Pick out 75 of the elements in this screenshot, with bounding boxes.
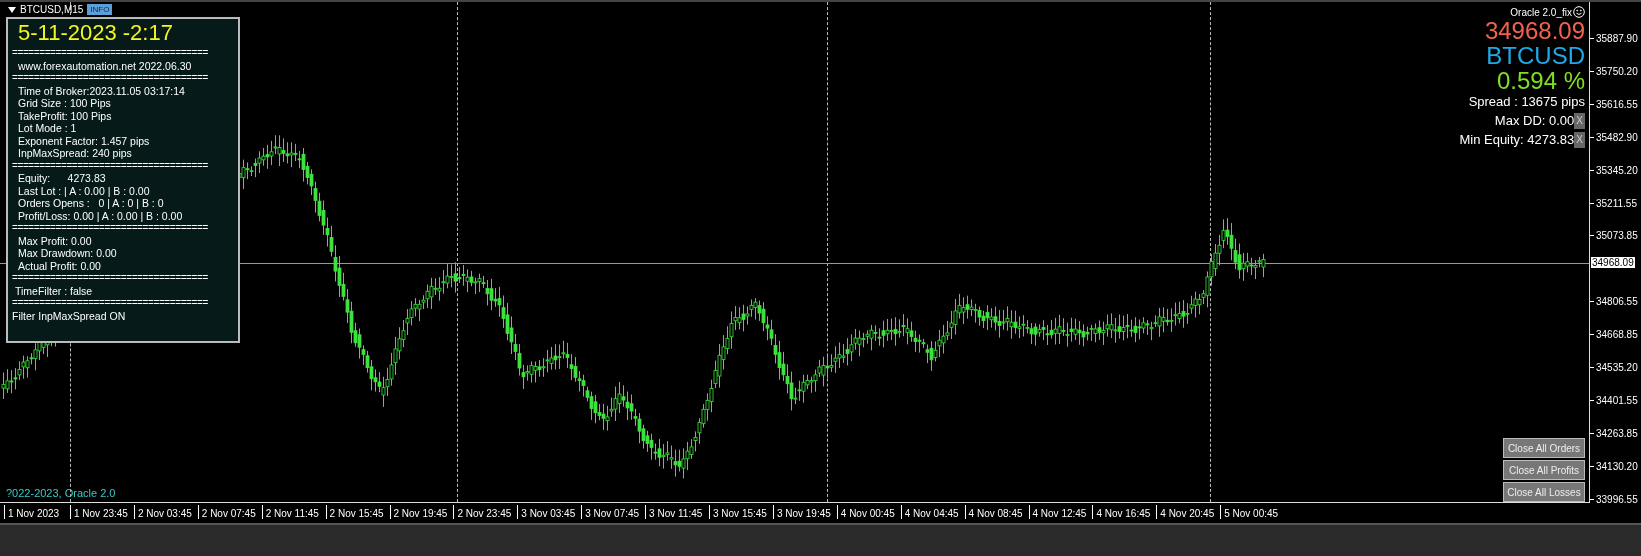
time-label: 2 Nov 19:45: [393, 508, 448, 519]
price-label: 34130.20: [1596, 460, 1638, 472]
info-text: Orders Opens : 0 | A : 0 | B : 0: [17, 197, 165, 210]
price-label: 34806.55: [1596, 296, 1638, 308]
time-label: 2 Nov 07:45: [201, 508, 256, 519]
time-label: 3 Nov 11:45: [649, 508, 703, 519]
stat-text: Min Equity: 4273.83: [1459, 131, 1575, 149]
time-label: 4 Nov 04:45: [904, 508, 959, 519]
info-text: Max Drawdown: 0.00: [17, 247, 118, 260]
time-label: 4 Nov 16:45: [1096, 508, 1151, 519]
close-orders-button[interactable]: Close All Losses: [1503, 482, 1585, 502]
price-label: 33996.55: [1596, 493, 1638, 505]
info-text: Filter InpMaxSpread ON: [12, 309, 127, 322]
time-label: 4 Nov 08:45: [968, 508, 1023, 519]
price-label: 35750.20: [1596, 65, 1638, 77]
info-text: InpMaxSpread: 240 pips: [17, 147, 133, 160]
separator-text: ====================================: [12, 297, 209, 310]
smiley-icon: [1573, 6, 1585, 18]
panel-datetime: 5-11-2023 -2:17: [17, 21, 174, 45]
separator-text: ====================================: [12, 72, 209, 85]
info-text: Last Lot : | A : 0.00 | B : 0.00: [17, 184, 151, 197]
info-text: www.forexautomation.net 2022.06.30: [17, 59, 193, 72]
reset-button[interactable]: X: [1574, 131, 1585, 148]
info-text: Equity: 4273.83: [17, 172, 107, 185]
chart-symbol: BTCUSD,M15: [20, 4, 84, 15]
close-orders-button[interactable]: Close All Profits: [1503, 460, 1585, 480]
info-text: TakeProfit: 100 Pips: [17, 109, 113, 122]
time-label: 2 Nov 15:45: [329, 508, 384, 519]
price-label: 34263.85: [1596, 427, 1638, 439]
current-price-label: 34968.09: [1591, 256, 1635, 268]
time-label: 3 Nov 07:45: [585, 508, 640, 519]
time-label: 2 Nov 11:45: [265, 508, 319, 519]
time-label: 3 Nov 15:45: [713, 508, 767, 519]
info-text: Lot Mode : 1: [17, 122, 78, 135]
time-label: 2 Nov 03:45: [137, 508, 192, 519]
time-label: 4 Nov 20:45: [1160, 508, 1215, 519]
info-text: Exponent Factor: 1.457 pips: [17, 134, 151, 147]
time-label: 2 Nov 23:45: [457, 508, 512, 519]
info-text: TimeFilter : false: [14, 284, 94, 297]
time-label: 5 Nov 00:45: [1224, 508, 1279, 519]
info-text: Profit/Loss: 0.00 | A : 0.00 | B : 0.00: [17, 209, 184, 222]
price-label: 35887.90: [1596, 33, 1638, 44]
price-change: 0.594 %: [1496, 68, 1585, 93]
symbol-name: BTCUSD: [1486, 43, 1585, 68]
reset-button[interactable]: X: [1574, 112, 1585, 129]
price-label: 35211.55: [1596, 197, 1637, 209]
price-label: 34535.20: [1596, 362, 1638, 373]
separator-text: ====================================: [12, 47, 209, 60]
price-label: 35482.90: [1596, 131, 1638, 143]
dropdown-icon[interactable]: [8, 6, 16, 13]
separator-text: ====================================: [12, 272, 209, 285]
time-label: 3 Nov 19:45: [776, 508, 831, 519]
info-badge[interactable]: INFO: [87, 4, 113, 15]
time-label: 4 Nov 12:45: [1032, 508, 1087, 519]
price-label: 34401.55: [1596, 394, 1638, 406]
separator-text: ====================================: [12, 159, 209, 172]
price-label: 34668.85: [1596, 329, 1638, 341]
price-label: 35616.55: [1596, 98, 1638, 110]
separator-text: ====================================: [12, 222, 209, 235]
current-price: 34968.09: [1484, 18, 1585, 43]
info-text: Time of Broker:2023.11.05 03:17:14: [17, 84, 186, 97]
info-text: Grid Size : 100 Pips: [17, 97, 112, 110]
spread-text: Spread : 13675 pips: [1468, 93, 1585, 111]
time-label: 3 Nov 03:45: [521, 508, 576, 519]
price-label: 35073.85: [1596, 230, 1638, 242]
stat-text: Max DD: 0.00: [1494, 112, 1575, 130]
time-label: 1 Nov 2023: [8, 508, 60, 519]
copyright-text: ?022-2023, Oracle 2.0: [6, 487, 116, 499]
indicator-title: Oracle 2.0_fix: [1510, 6, 1572, 18]
time-label: 4 Nov 00:45: [840, 508, 895, 519]
time-label: 1 Nov 23:45: [74, 508, 128, 519]
info-text: Actual Profit: 0.00: [17, 259, 102, 272]
close-orders-button[interactable]: Close All Orders: [1503, 438, 1585, 458]
price-label: 35345.20: [1596, 164, 1638, 176]
info-text: Max Profit: 0.00: [17, 234, 93, 247]
